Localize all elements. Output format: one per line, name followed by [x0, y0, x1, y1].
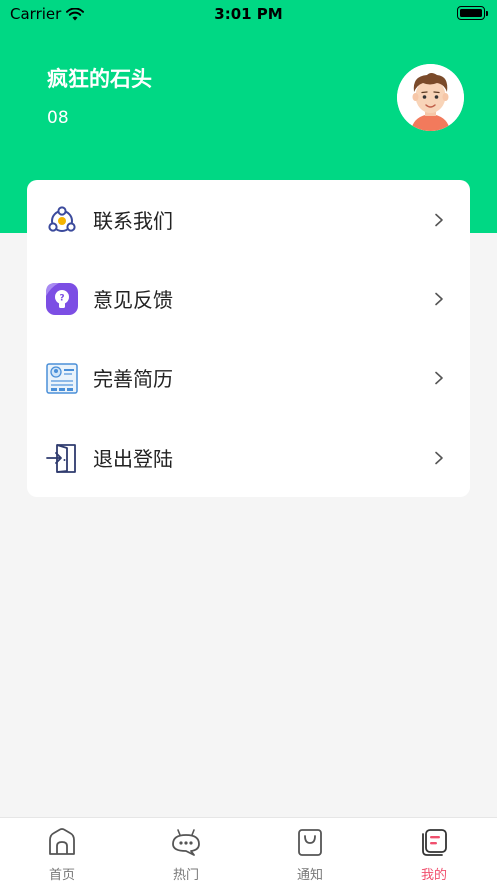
- tab-notifications[interactable]: 通知: [248, 818, 372, 883]
- tab-label: 热门: [172, 868, 199, 883]
- menu-item-label: 退出登陆: [93, 447, 173, 471]
- chevron-right-icon: [435, 292, 443, 305]
- logout-door-icon: [46, 443, 76, 473]
- battery-icon: [457, 6, 488, 20]
- tab-label: 通知: [296, 868, 323, 883]
- chevron-right-icon: [435, 371, 443, 384]
- chevron-right-icon: [435, 451, 443, 464]
- menu-item-logout[interactable]: 退出登陆: [27, 418, 470, 497]
- tab-hot[interactable]: 热门: [124, 818, 248, 883]
- profile-card-icon: [422, 829, 447, 856]
- menu-card: 联系我们 ? 意见反馈 完善简历 退出登陆: [27, 180, 470, 497]
- contact-network-icon: [48, 205, 76, 232]
- tab-home[interactable]: 首页: [0, 818, 124, 883]
- tab-bar: 首页 热门 通知 我的: [0, 817, 497, 883]
- feedback-lightbulb-icon: ?: [46, 282, 78, 315]
- notification-bag-icon: [298, 829, 322, 856]
- tab-label: 首页: [48, 868, 75, 883]
- avatar[interactable]: [397, 64, 464, 131]
- chevron-right-icon: [435, 213, 443, 226]
- menu-item-resume[interactable]: 完善简历: [27, 338, 470, 417]
- menu-item-label: 完善简历: [93, 367, 173, 391]
- menu-item-contact-us[interactable]: 联系我们: [27, 180, 470, 259]
- user-id: 08: [47, 108, 69, 128]
- hot-chat-icon: [172, 829, 200, 856]
- status-time: 3:01 PM: [214, 5, 283, 23]
- menu-item-label: 意见反馈: [93, 288, 173, 312]
- status-bar: Carrier 3:01 PM: [0, 0, 497, 30]
- user-name: 疯狂的石头: [47, 67, 152, 91]
- menu-item-feedback[interactable]: ? 意见反馈: [27, 259, 470, 338]
- tab-label: 我的: [420, 868, 447, 883]
- resume-icon: [46, 362, 78, 394]
- menu-item-label: 联系我们: [93, 209, 173, 233]
- tab-mine[interactable]: 我的: [372, 818, 496, 883]
- home-icon: [49, 828, 75, 855]
- svg-text:?: ?: [59, 293, 64, 303]
- avatar-boy-icon: [397, 64, 464, 131]
